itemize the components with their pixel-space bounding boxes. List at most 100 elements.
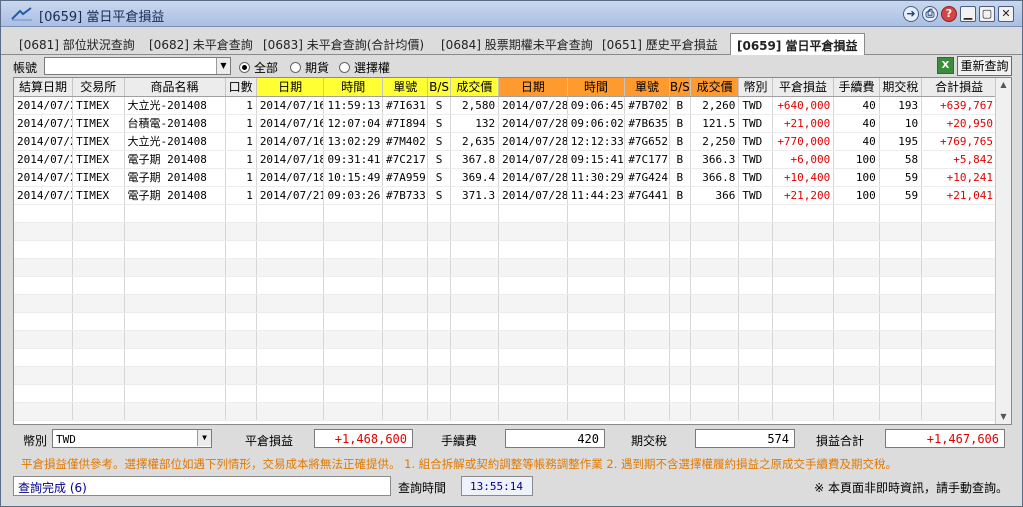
- col-header-open-date[interactable]: 日期: [256, 78, 325, 97]
- tab-0682[interactable]: [0682] 未平倉查詢: [149, 36, 253, 54]
- col-header-fee[interactable]: 手續費: [833, 78, 880, 97]
- cell-total-pnl: +639,767: [921, 96, 997, 115]
- empty-cell: [72, 258, 125, 277]
- col-header-settle-date[interactable]: 結算日期: [14, 78, 74, 97]
- empty-cell: [14, 384, 74, 403]
- chevron-down-icon[interactable]: ▼: [197, 430, 211, 446]
- empty-cell: [690, 294, 740, 313]
- col-header-close-pnl[interactable]: 平倉損益: [772, 78, 835, 97]
- empty-cell: [498, 258, 568, 277]
- col-header-close-date[interactable]: 日期: [498, 78, 568, 97]
- radio-all-dot[interactable]: [239, 62, 250, 73]
- tab-0681[interactable]: [0681] 部位狀況查詢: [19, 36, 135, 54]
- scroll-up-icon[interactable]: ▲: [996, 78, 1011, 92]
- empty-cell: [256, 312, 325, 331]
- empty-cell: [921, 330, 997, 349]
- title-bar[interactable]: [0659] 當日平倉損益 ➜ ⎙ ? ▁ ▢ ✕: [1, 1, 1022, 27]
- cell-exchange: TIMEX: [72, 168, 125, 187]
- empty-cell: [833, 258, 880, 277]
- radio-futures[interactable]: 期貨: [290, 59, 329, 76]
- scroll-down-icon[interactable]: ▼: [996, 410, 1011, 424]
- table-row[interactable]: 2014/07/28TIMEX大立光-20140812014/07/1613:0…: [14, 132, 997, 151]
- vertical-scrollbar[interactable]: ▲ ▼: [995, 78, 1011, 424]
- maximize-icon[interactable]: ▢: [979, 6, 995, 22]
- empty-cell: [921, 348, 997, 367]
- cell-currency: TWD: [738, 168, 773, 187]
- empty-cell: [833, 240, 880, 259]
- col-header-open-bs[interactable]: B/S: [427, 78, 451, 97]
- empty-cell: [498, 348, 568, 367]
- empty-cell: [690, 258, 740, 277]
- cell-open-date: 2014/07/16: [256, 114, 325, 133]
- cell-close-order-no: #7B702: [624, 96, 670, 115]
- col-header-open-order-no[interactable]: 單號: [382, 78, 429, 97]
- help-icon[interactable]: ?: [941, 6, 957, 22]
- empty-cell: [624, 312, 670, 331]
- col-header-close-order-no[interactable]: 單號: [624, 78, 670, 97]
- empty-cell: [256, 384, 325, 403]
- col-header-lots[interactable]: 口數: [225, 78, 257, 97]
- col-header-close-bs[interactable]: B/S: [669, 78, 691, 97]
- col-header-total-pnl[interactable]: 合計損益: [921, 78, 997, 97]
- cell-fee: 40: [833, 96, 880, 115]
- empty-cell: [450, 294, 500, 313]
- cell-close-date: 2014/07/28: [498, 96, 568, 115]
- cell-lots: 1: [225, 168, 257, 187]
- empty-cell: [225, 402, 257, 421]
- empty-cell: [256, 348, 325, 367]
- cell-open-order-no: #7I894: [382, 114, 429, 133]
- currency-dropdown[interactable]: TWD ▼: [52, 429, 212, 448]
- col-header-close-time[interactable]: 時間: [567, 78, 626, 97]
- col-header-exchange[interactable]: 交易所: [72, 78, 125, 97]
- table-row[interactable]: 2014/07/28TIMEX電子期 20140812014/07/2109:0…: [14, 186, 997, 205]
- empty-cell: [124, 366, 226, 385]
- radio-futures-dot[interactable]: [290, 62, 301, 73]
- empty-cell: [498, 276, 568, 295]
- tab-0683[interactable]: [0683] 未平倉查詢(合計均價): [263, 36, 424, 54]
- empty-cell: [772, 240, 835, 259]
- empty-cell: [225, 330, 257, 349]
- empty-cell: [879, 366, 923, 385]
- radio-options-dot[interactable]: [339, 62, 350, 73]
- tab-0651[interactable]: [0651] 歷史平倉損益: [602, 36, 718, 54]
- empty-cell: [225, 366, 257, 385]
- table-row[interactable]: 2014/07/28TIMEX大立光-20140812014/07/1611:5…: [14, 96, 997, 115]
- account-dropdown[interactable]: ▼: [44, 57, 231, 75]
- empty-cell: [669, 348, 691, 367]
- empty-cell: [879, 402, 923, 421]
- tab-0659[interactable]: [0659] 當日平倉損益: [730, 33, 865, 55]
- radio-all[interactable]: 全部: [239, 59, 278, 76]
- cell-close-date: 2014/07/28: [498, 150, 568, 169]
- print-icon[interactable]: ⎙: [922, 6, 938, 22]
- col-header-currency[interactable]: 幣別: [738, 78, 773, 97]
- tab-0684[interactable]: [0684] 股票期權未平倉查詢: [441, 36, 593, 54]
- col-header-close-price[interactable]: 成交價: [690, 78, 740, 97]
- minimize-icon[interactable]: ▁: [960, 6, 976, 22]
- close-icon[interactable]: ✕: [998, 6, 1014, 22]
- chevron-down-icon[interactable]: ▼: [216, 58, 230, 74]
- col-header-open-price[interactable]: 成交價: [450, 78, 500, 97]
- empty-cell: [669, 240, 691, 259]
- radio-options[interactable]: 選擇權: [339, 59, 390, 76]
- refresh-button[interactable]: 重新查詢: [957, 56, 1012, 76]
- pnl-grid[interactable]: 結算日期 交易所 商品名稱 口數 日期 時間 單號 B/S 成交價 日期 時間 單號 B/S 成交價 幣別平…: [13, 77, 1012, 425]
- cell-fee: 40: [833, 114, 880, 133]
- cell-total-pnl: +769,765: [921, 132, 997, 151]
- empty-row: [14, 384, 997, 403]
- col-header-open-time[interactable]: 時間: [323, 78, 384, 97]
- table-row[interactable]: 2014/07/28TIMEX台積電-20140812014/07/1612:0…: [14, 114, 997, 133]
- cell-open-price: 367.8: [450, 150, 500, 169]
- empty-cell: [833, 294, 880, 313]
- col-header-product-name[interactable]: 商品名稱: [124, 78, 226, 97]
- empty-cell: [72, 204, 125, 223]
- excel-export-icon[interactable]: X: [937, 57, 954, 74]
- status-bar: 查詢完成 (6) 查詢時間 13:55:14 ※ 本頁面非即時資訊，請手動查詢。: [13, 476, 1012, 496]
- radio-options-label: 選擇權: [354, 61, 391, 75]
- table-row[interactable]: 2014/07/28TIMEX電子期 20140812014/07/1810:1…: [14, 168, 997, 187]
- nav-forward-icon[interactable]: ➜: [903, 6, 919, 22]
- col-header-tax[interactable]: 期交稅: [879, 78, 923, 97]
- cell-open-bs: S: [427, 132, 451, 151]
- table-row[interactable]: 2014/07/28TIMEX電子期 20140812014/07/1809:3…: [14, 150, 997, 169]
- empty-cell: [624, 294, 670, 313]
- empty-cell: [567, 384, 626, 403]
